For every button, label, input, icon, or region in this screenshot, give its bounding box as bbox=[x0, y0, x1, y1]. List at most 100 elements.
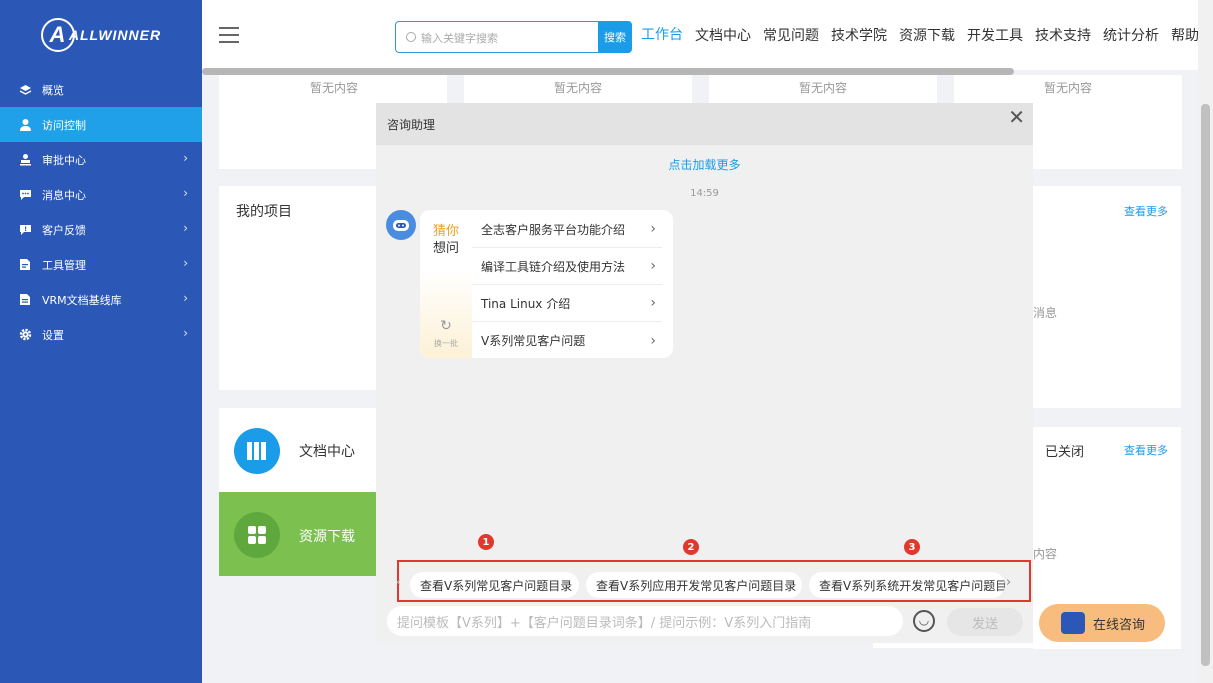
chevron-right-icon: › bbox=[183, 291, 188, 305]
search-icon bbox=[406, 32, 416, 42]
bot-avatar-icon bbox=[386, 210, 416, 240]
main-nav-tabs: 工作台 文档中心 常见问题 技术学院 资源下载 开发工具 技术支持 统计分析 帮… bbox=[635, 0, 1205, 70]
sidebar-item-settings[interactable]: 设置 › bbox=[0, 317, 202, 352]
tab-workbench[interactable]: 工作台 bbox=[635, 0, 689, 70]
send-button[interactable]: 发送 bbox=[947, 608, 1023, 636]
question-text: 全志客户服务平台功能介绍 bbox=[481, 222, 626, 237]
search-input[interactable]: 输入关键字搜索 bbox=[421, 30, 498, 46]
chat-header: 咨询助理 ✕ bbox=[376, 103, 1033, 145]
sidebar: A ALLWINNER 概览 访问控制 审批中心 › 消息中心 › 客户反馈 ›… bbox=[0, 0, 202, 683]
brand-logo[interactable]: A ALLWINNER bbox=[0, 0, 202, 70]
approval-icon bbox=[18, 153, 32, 167]
question-item[interactable]: Tina Linux 介绍 › bbox=[472, 285, 662, 322]
sidebar-item-label: 访问控制 bbox=[42, 118, 86, 132]
question-text: V系列常见客户问题 bbox=[481, 334, 586, 348]
tab-doc-center[interactable]: 文档中心 bbox=[689, 0, 757, 70]
chevron-right-icon[interactable]: › bbox=[1006, 575, 1011, 590]
empty-text: 暂无内容 bbox=[554, 81, 603, 95]
chevron-right-icon: › bbox=[650, 258, 656, 274]
document-icon bbox=[18, 293, 32, 307]
tool-icon bbox=[18, 258, 32, 272]
tab-dev-tools[interactable]: 开发工具 bbox=[961, 0, 1029, 70]
hamburger-menu-icon[interactable] bbox=[219, 27, 239, 43]
sidebar-item-overview[interactable]: 概览 bbox=[0, 72, 202, 107]
tab-tech-support[interactable]: 技术支持 bbox=[1029, 0, 1097, 70]
question-text: Tina Linux 介绍 bbox=[481, 296, 571, 311]
empty-text: 暂无内容 bbox=[799, 81, 848, 95]
sidebar-item-access-control[interactable]: 访问控制 bbox=[0, 107, 202, 142]
feedback-empty-text: 内容 bbox=[1033, 547, 1058, 561]
load-more-link[interactable]: 点击加载更多 bbox=[376, 156, 1033, 173]
tab-resource-download[interactable]: 资源下载 bbox=[893, 0, 961, 70]
question-item[interactable]: V系列常见客户问题 › bbox=[472, 322, 662, 358]
sidebar-item-approval[interactable]: 审批中心 › bbox=[0, 142, 202, 177]
annotation-badge: 2 bbox=[683, 539, 699, 555]
chevron-right-icon: › bbox=[183, 326, 188, 340]
books-icon bbox=[234, 428, 280, 474]
messages-card bbox=[1033, 186, 1181, 408]
emoji-icon[interactable]: ◡ bbox=[913, 610, 935, 632]
chevron-right-icon: › bbox=[650, 332, 656, 349]
layers-icon bbox=[18, 83, 32, 97]
sidebar-item-label: 概览 bbox=[42, 83, 64, 97]
doc-center-label: 文档中心 bbox=[299, 444, 355, 460]
sidebar-item-feedback[interactable]: 客户反馈 › bbox=[0, 212, 202, 247]
sidebar-item-label: VRM文档基线库 bbox=[42, 293, 122, 307]
annotation-badge: 3 bbox=[904, 539, 920, 555]
question-item[interactable]: 全志客户服务平台功能介绍 › bbox=[472, 211, 662, 248]
tab-analytics[interactable]: 统计分析 bbox=[1097, 0, 1165, 70]
message-icon bbox=[18, 188, 32, 202]
logo-text: ALLWINNER bbox=[68, 27, 162, 43]
vertical-scrollbar[interactable] bbox=[1198, 0, 1213, 683]
annotation-badge: 1 bbox=[478, 534, 494, 550]
question-item[interactable]: 编译工具链介绍及使用方法 › bbox=[472, 248, 662, 285]
scrollbar-thumb[interactable] bbox=[1201, 104, 1210, 666]
chevron-right-icon: › bbox=[650, 295, 656, 311]
question-text: 编译工具链介绍及使用方法 bbox=[481, 259, 626, 274]
sidebar-item-messages[interactable]: 消息中心 › bbox=[0, 177, 202, 212]
view-more-link[interactable]: 查看更多 bbox=[1124, 442, 1168, 458]
chevron-right-icon: › bbox=[183, 186, 188, 200]
top-bar: 输入关键字搜索 搜索 工作台 文档中心 常见问题 技术学院 资源下载 开发工具 … bbox=[202, 0, 1213, 70]
chat-title: 咨询助理 bbox=[387, 117, 436, 132]
chevron-right-icon: › bbox=[183, 151, 188, 165]
suggestion-chip[interactable]: 查看V系列常见客户问题目录 bbox=[410, 572, 579, 598]
chevron-left-icon[interactable]: ‹ bbox=[396, 575, 401, 590]
horizontal-scrollbar[interactable] bbox=[202, 68, 1014, 75]
tab-tech-academy[interactable]: 技术学院 bbox=[825, 0, 893, 70]
chevron-right-icon: › bbox=[183, 256, 188, 270]
search-button[interactable]: 搜索 bbox=[598, 21, 632, 53]
chat-input[interactable]: 提问模板【V系列】+【客户问题目录词条】/ 提问示例：V系列入门指南 bbox=[387, 606, 903, 636]
message-timestamp: 14:59 bbox=[690, 188, 719, 199]
refresh-icon[interactable]: ↻ bbox=[420, 318, 472, 334]
guess-panel: 猜你 想问 ↻ 换一批 bbox=[420, 210, 472, 358]
sidebar-item-label: 客户反馈 bbox=[42, 223, 86, 237]
sidebar-item-vrm-docs[interactable]: VRM文档基线库 › bbox=[0, 282, 202, 317]
closed-label: 已关闭 bbox=[1045, 445, 1085, 460]
chevron-right-icon: › bbox=[650, 221, 656, 237]
empty-text: 暂无内容 bbox=[310, 81, 359, 95]
online-consult-button[interactable]: 在线咨询 bbox=[1039, 604, 1165, 642]
resource-download-label: 资源下载 bbox=[299, 529, 355, 545]
online-consult-label: 在线咨询 bbox=[1093, 617, 1146, 633]
suggestion-chip[interactable]: 查看V系列应用开发常见客户问题目录 bbox=[586, 572, 802, 598]
sidebar-item-label: 工具管理 bbox=[42, 258, 86, 272]
sidebar-item-label: 消息中心 bbox=[42, 188, 86, 202]
gear-icon bbox=[18, 328, 32, 342]
grid-icon bbox=[234, 512, 280, 558]
empty-text: 暂无内容 bbox=[1044, 81, 1093, 95]
search-box: 输入关键字搜索 搜索 bbox=[395, 21, 632, 53]
my-projects-title: 我的项目 bbox=[236, 204, 292, 220]
tab-faq[interactable]: 常见问题 bbox=[757, 0, 825, 70]
user-icon bbox=[18, 118, 32, 132]
messages-empty-text: 消息 bbox=[1033, 306, 1058, 320]
feedback-icon bbox=[18, 223, 32, 237]
chevron-right-icon: › bbox=[183, 221, 188, 235]
close-icon[interactable]: ✕ bbox=[1008, 105, 1025, 129]
suggestion-chip[interactable]: 查看V系列系统开发常见客户问题目录 bbox=[809, 572, 1005, 598]
refresh-label[interactable]: 换一批 bbox=[420, 338, 472, 349]
guess-you-ask-card: 猜你 想问 ↻ 换一批 全志客户服务平台功能介绍 › 编译工具链介绍及使用方法 › … bbox=[420, 210, 673, 358]
guess-title-line2: 想问 bbox=[433, 241, 460, 256]
view-more-link[interactable]: 查看更多 bbox=[1124, 203, 1168, 219]
sidebar-item-tools[interactable]: 工具管理 › bbox=[0, 247, 202, 282]
